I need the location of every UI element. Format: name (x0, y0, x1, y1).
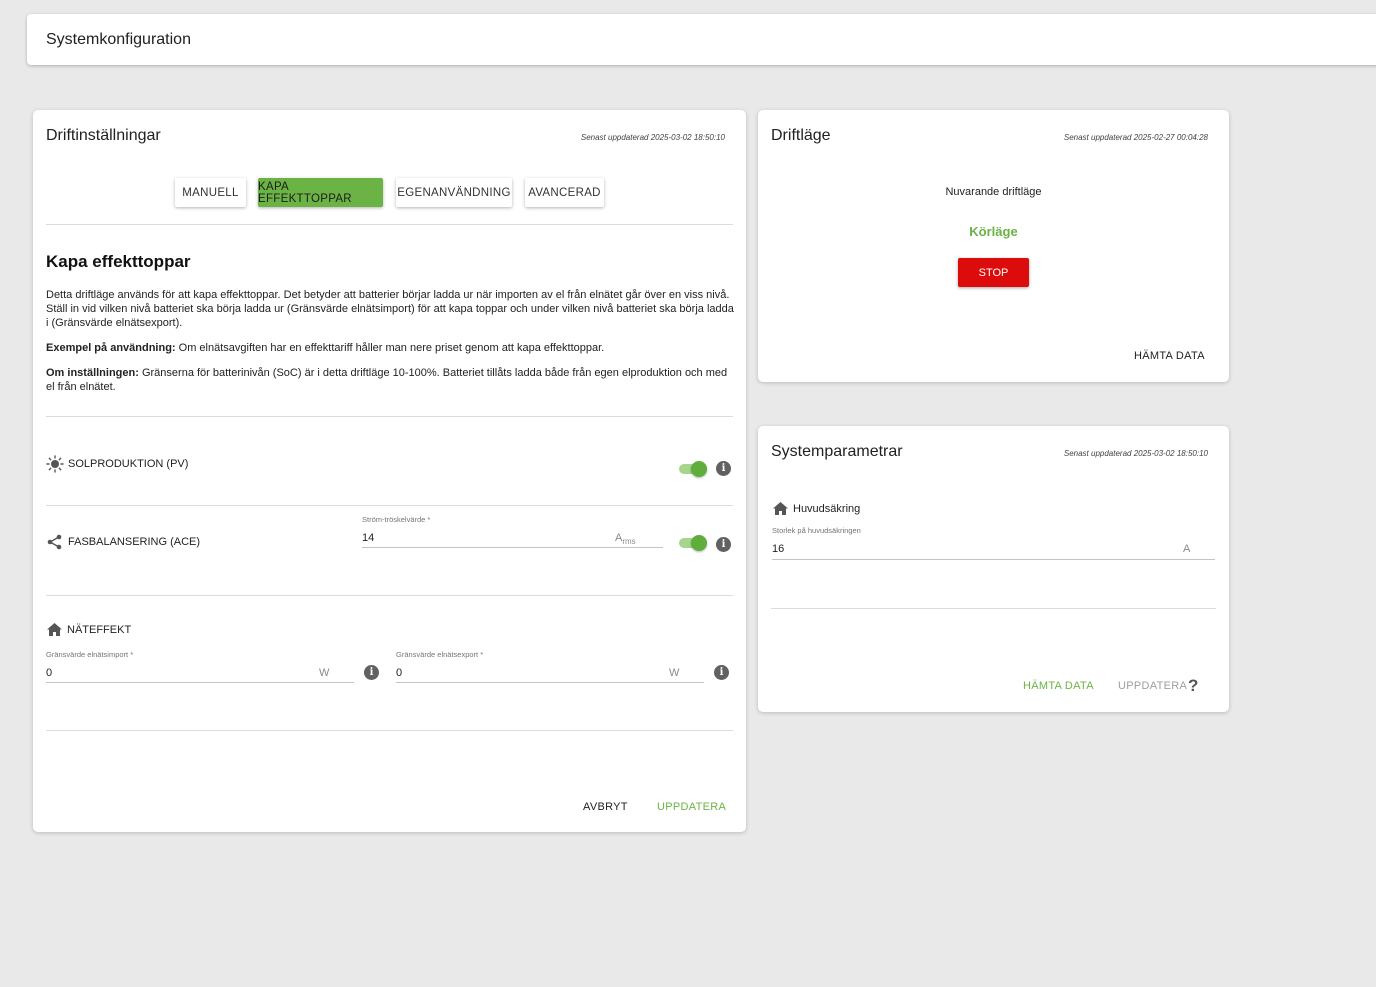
operation-settings-card: Driftinställningar Senast uppdaterad 202… (33, 110, 746, 832)
operation-mode-card: Driftläge Senast uppdaterad 2025-02-27 0… (758, 110, 1229, 382)
fuse-size-label: Storlek på huvudsäkringen (772, 526, 861, 535)
pv-row-label: SOLPRODUKTION (PV) (46, 455, 188, 473)
divider (46, 730, 733, 731)
cancel-button[interactable]: AVBRYT (583, 801, 628, 813)
grid-import-label: Gränsvärde elnätsimport * (46, 650, 134, 659)
sun-icon (46, 455, 64, 473)
grid-import-field[interactable]: Gränsvärde elnätsimport * 0 W (46, 650, 354, 683)
fuse-size-field[interactable]: Storlek på huvudsäkringen 16 A (772, 526, 1215, 560)
current-threshold-value: 14 (362, 532, 375, 544)
fetch-data-button[interactable]: HÄMTA DATA (1134, 350, 1205, 362)
ace-toggle[interactable] (677, 535, 707, 551)
fuse-label: Huvudsäkring (793, 502, 861, 515)
system-params-title: Systemparametrar (771, 443, 903, 460)
grid-export-value: 0 (396, 667, 403, 679)
grid-export-label: Gränsvärde elnätsexport * (396, 650, 484, 659)
grid-label: NÄTEFFEKT (67, 623, 132, 636)
pv-label: SOLPRODUKTION (PV) (68, 458, 189, 470)
settings-label: Om inställningen: (46, 367, 139, 379)
example-label: Exempel på användning: (46, 342, 176, 354)
example-paragraph: Exempel på användning: Om elnätsavgiften… (46, 341, 736, 355)
grid-import-value: 0 (46, 667, 53, 679)
settings-paragraph: Om inställningen: Gränserna för batterin… (46, 366, 736, 394)
stop-button[interactable]: STOP (958, 258, 1029, 287)
example-text: Om elnätsavgiften har en effekttariff hå… (175, 342, 605, 354)
divider (46, 595, 733, 596)
pv-toggle[interactable] (677, 461, 707, 477)
pv-info-icon[interactable]: i (716, 461, 731, 476)
operation-settings-title: Driftinställningar (46, 127, 161, 144)
update-button[interactable]: UPPDATERA (657, 801, 726, 813)
section-heading: Kapa effekttoppar (46, 252, 191, 271)
fuse-size-value: 16 (772, 543, 785, 555)
grid-import-unit: W (319, 667, 330, 679)
current-threshold-unit: Arms (615, 532, 636, 546)
tab-kapa-effekttoppar[interactable]: KAPA EFFEKTTOPPAR (258, 178, 383, 207)
tab-avancerad[interactable]: AVANCERAD (525, 178, 604, 207)
current-mode-value: Körläge (969, 224, 1018, 239)
page-title: Systemkonfiguration (46, 31, 191, 48)
ace-info-icon[interactable]: i (716, 537, 731, 552)
fuse-row-label: Huvudsäkring (772, 501, 860, 516)
system-params-last-updated: Senast uppdaterad 2025-03-02 18:50:10 (1063, 449, 1208, 458)
share-icon (47, 534, 62, 550)
tab-manuell[interactable]: MANUELL (175, 178, 246, 207)
update-button[interactable]: UPPDATERA (1118, 680, 1187, 692)
ace-row-label: FASBALANSERING (ACE) (46, 534, 200, 550)
operation-settings-last-updated: Senast uppdaterad 2025-03-02 18:50:10 (580, 133, 725, 142)
house-icon (47, 623, 62, 636)
divider (46, 224, 733, 225)
grid-export-info-icon[interactable]: i (714, 665, 729, 680)
current-threshold-label: Ström-tröskelvärde * (362, 515, 431, 524)
grid-row-label: NÄTEFFEKT (46, 622, 131, 637)
top-bar: Systemkonfiguration (27, 14, 1376, 65)
grid-import-info-icon[interactable]: i (364, 665, 379, 680)
fuse-size-unit: A (1183, 543, 1191, 555)
current-threshold-field[interactable]: Ström-tröskelvärde * 14 Arms (362, 515, 663, 548)
tab-egenanvandning[interactable]: EGENANVÄNDNING (396, 178, 512, 207)
grid-export-unit: W (669, 667, 680, 679)
operation-mode-last-updated: Senast uppdaterad 2025-02-27 00:04:28 (1063, 133, 1208, 142)
divider (771, 608, 1216, 609)
help-icon[interactable]: ? (1188, 676, 1198, 696)
settings-text: Gränserna för batterinivån (SoC) är i de… (46, 367, 728, 393)
divider (46, 416, 733, 417)
house-icon (773, 502, 788, 515)
ace-label: FASBALANSERING (ACE) (68, 536, 201, 548)
system-params-card: Systemparametrar Senast uppdaterad 2025-… (758, 426, 1229, 712)
mode-description: Detta driftläge används för att kapa eff… (46, 289, 734, 329)
current-mode-label: Nuvarande driftläge (945, 186, 1042, 198)
fetch-data-button[interactable]: HÄMTA DATA (1023, 680, 1094, 692)
grid-export-field[interactable]: Gränsvärde elnätsexport * 0 W (396, 650, 704, 683)
operation-mode-title: Driftläge (771, 127, 831, 144)
divider (46, 505, 733, 506)
